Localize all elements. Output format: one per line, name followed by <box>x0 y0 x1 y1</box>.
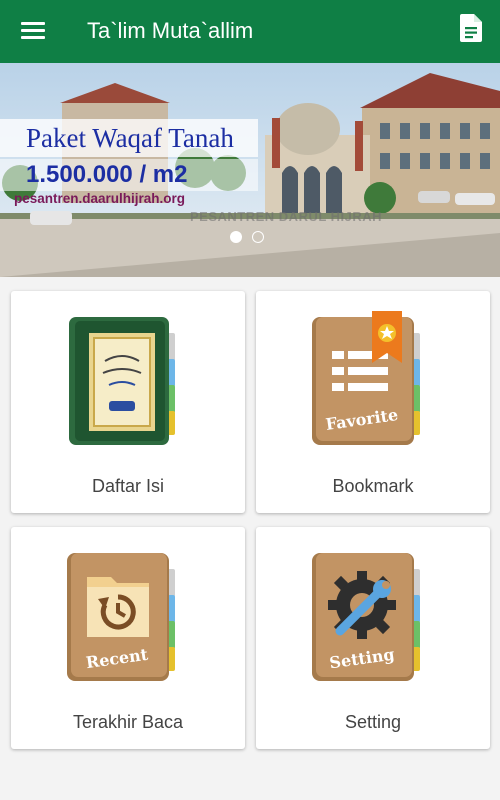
promo-banner[interactable]: Paket Waqaf Tanah 1.500.000 / m2 pesantr… <box>0 63 500 277</box>
menu-card-bookmark[interactable]: Favorite Bookmark <box>256 291 490 513</box>
document-icon[interactable] <box>460 14 484 44</box>
menu-icon[interactable] <box>16 16 50 46</box>
app-bar: Ta`lim Muta`allim <box>0 0 500 63</box>
menu-label: Setting <box>344 712 402 732</box>
menu-card-setting[interactable]: Setting Setting <box>256 527 490 749</box>
menu-label: Daftar Isi <box>91 476 165 496</box>
recent-book-icon: Recent <box>65 547 191 687</box>
menu-card-daftar-isi[interactable]: Daftar Isi <box>11 291 245 513</box>
book-cover-icon <box>65 311 191 451</box>
slide-dot-active[interactable] <box>230 231 242 243</box>
banner-watermark: PESANTREN DARUL HIJRAH <box>190 209 383 224</box>
favorite-book-icon: Favorite <box>310 311 436 451</box>
menu-label: Terakhir Baca <box>72 712 184 732</box>
banner-price: 1.500.000 / m2 <box>0 159 258 191</box>
menu-card-terakhir-baca[interactable]: Recent Terakhir Baca <box>11 527 245 749</box>
banner-url: pesantren.daarulhijrah.org <box>14 191 186 206</box>
banner-title: Paket Waqaf Tanah <box>0 119 258 157</box>
slide-dot[interactable] <box>252 231 264 243</box>
setting-book-icon: Setting <box>310 547 436 687</box>
app-title: Ta`lim Muta`allim <box>87 18 254 43</box>
menu-label: Bookmark <box>332 476 414 496</box>
